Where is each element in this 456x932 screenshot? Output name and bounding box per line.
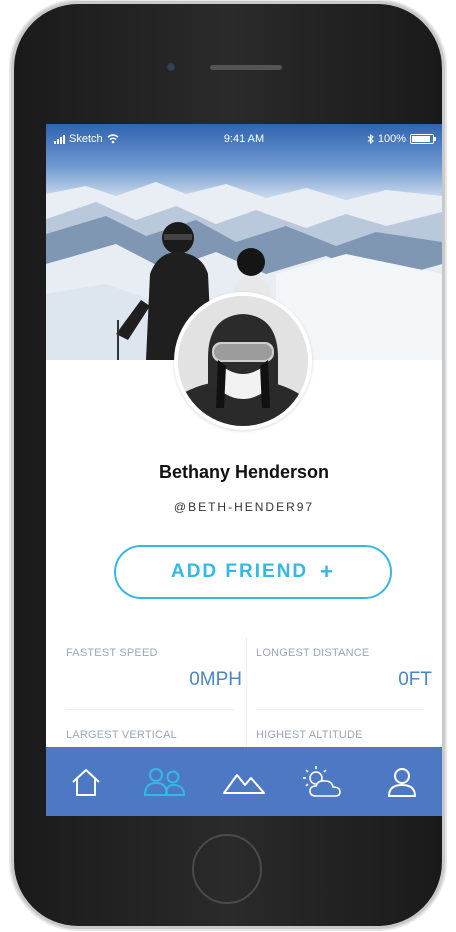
add-friend-button[interactable]: ADD FRIEND + — [114, 545, 392, 599]
tab-profile[interactable] — [378, 758, 426, 806]
home-hardware-button[interactable] — [192, 834, 262, 904]
plus-icon: + — [320, 559, 336, 584]
earpiece-speaker — [210, 65, 282, 70]
stat-label: LONGEST DISTANCE — [256, 647, 370, 659]
bluetooth-icon — [367, 134, 374, 144]
weather-icon — [303, 765, 341, 797]
stat-label: HIGHEST ALTITUDE — [256, 729, 363, 741]
stat-label: FASTEST SPEED — [66, 647, 158, 659]
avatar-photo — [178, 296, 308, 426]
tab-home[interactable] — [62, 758, 110, 806]
phone-top-bezel — [14, 44, 442, 104]
tab-weather[interactable] — [299, 758, 347, 806]
friends-icon — [143, 767, 185, 796]
stats-divider-vertical — [246, 637, 247, 747]
stat-value: 0MPH — [189, 669, 242, 690]
stat-label: LARGEST VERTICAL — [66, 729, 177, 741]
phone-frame: Sketch 9:41 AM 100% Bethany Henderson @B… — [14, 4, 442, 926]
status-right: 100% — [367, 133, 436, 145]
stat-longest-distance: LONGEST DISTANCE 0FT — [256, 647, 432, 691]
avatar[interactable] — [174, 292, 312, 430]
mountain-icon — [222, 773, 265, 794]
tab-friends[interactable] — [141, 758, 189, 806]
front-camera — [166, 62, 176, 72]
profile-handle: @BETH-HENDER97 — [173, 500, 315, 514]
avatar-image — [178, 296, 308, 426]
stat-fastest-speed: FASTEST SPEED 0MPH — [66, 647, 242, 691]
stat-highest-altitude: HIGHEST ALTITUDE — [256, 729, 432, 741]
profile-icon — [388, 767, 417, 797]
battery-icon — [410, 134, 436, 144]
profile-name: Bethany Henderson — [158, 462, 330, 482]
stats-grid: FASTEST SPEED 0MPH LONGEST DISTANCE 0FT … — [46, 627, 442, 747]
stats-divider-left — [66, 709, 234, 710]
stat-value: 0FT — [398, 669, 432, 690]
app-screen: Sketch 9:41 AM 100% Bethany Henderson @B… — [46, 124, 442, 816]
status-bar: Sketch 9:41 AM 100% — [46, 124, 442, 152]
stat-largest-vertical: LARGEST VERTICAL — [66, 729, 242, 741]
home-icon — [71, 768, 100, 796]
battery-percent: 100% — [377, 133, 406, 145]
add-friend-label: ADD FRIEND — [170, 561, 309, 582]
tab-bar — [46, 747, 442, 816]
tab-mountain[interactable] — [220, 758, 268, 806]
stats-divider-right — [256, 709, 424, 710]
